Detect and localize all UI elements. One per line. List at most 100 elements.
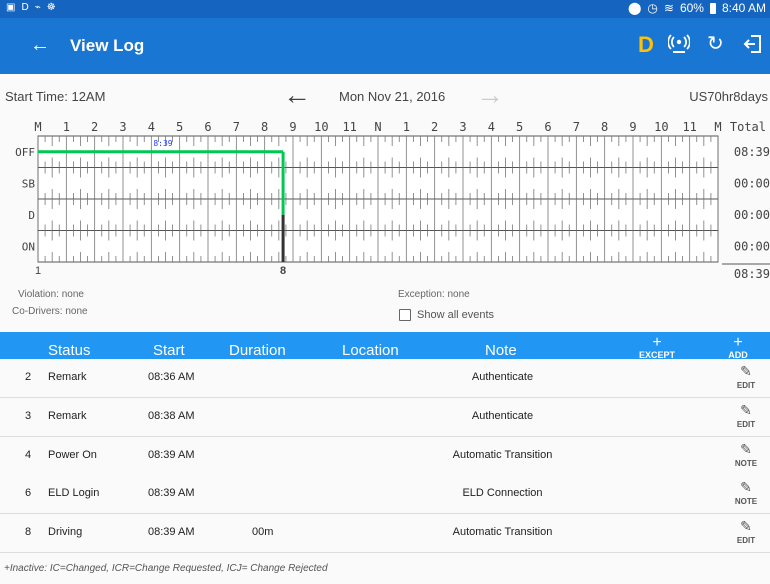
wifi-icon: ≋: [663, 1, 674, 15]
row-label: ON: [22, 240, 35, 253]
row-start-time: 08:39 AM: [148, 448, 195, 461]
row-action-button[interactable]: ✎ NOTE: [726, 441, 766, 468]
activity-icon: ⌁: [34, 2, 41, 13]
log-date: Mon Nov 21, 2016: [339, 89, 446, 104]
pencil-icon: ✎: [740, 440, 752, 457]
start-column-header: Start: [153, 342, 185, 359]
inactive-legend: +Inactive: IC=Changed, ICR=Change Reques…: [4, 563, 328, 574]
status-column-header: Status: [48, 342, 91, 359]
row-start-time: 08:38 AM: [148, 409, 195, 422]
battery-icon: [709, 2, 716, 14]
row-note: ELD Connection: [462, 487, 543, 500]
plus-icon: +: [733, 334, 743, 351]
row-index: 8: [25, 526, 32, 539]
row-start-time: 08:36 AM: [148, 371, 195, 383]
back-arrow-icon[interactable]: ←: [30, 35, 50, 55]
row-start-time: 08:39 AM: [148, 487, 195, 500]
row-status: Driving: [48, 526, 83, 539]
table-row[interactable]: 6 ELD Login 08:39 AM ELD Connection ✎ NOTE: [0, 475, 770, 515]
row-index: 4: [25, 448, 32, 461]
gallery-icon: ▣: [6, 2, 16, 13]
start-time-label: Start Time: 12AM: [5, 89, 106, 104]
row-action-label: NOTE: [734, 458, 758, 468]
table-row[interactable]: 2 Remark 08:36 AM Authenticate ✎ EDIT: [0, 359, 770, 398]
hour-label: 3: [459, 120, 466, 134]
table-row[interactable]: 8 Driving 08:39 AM 00m Automatic Transition ✎…: [0, 514, 770, 554]
row-total: 00:00: [734, 208, 770, 222]
row-action-button[interactable]: ✎ EDIT: [726, 518, 766, 545]
row-index: 6: [25, 487, 32, 500]
note-column-header: Note: [485, 342, 517, 359]
grand-total: 08:39: [734, 267, 770, 280]
row-note: Automatic Transition: [452, 526, 553, 539]
hour-label: 2: [91, 120, 98, 134]
duty-status-badge[interactable]: D: [638, 32, 654, 58]
bluetooth-signal-glyph: [667, 34, 691, 53]
violation-text: Violation: none: [18, 289, 84, 300]
row-label: OFF: [15, 146, 35, 159]
hour-label: 5: [176, 120, 183, 134]
next-day-arrow-icon[interactable]: →: [476, 80, 504, 110]
hour-label: 1: [63, 120, 70, 134]
d-icon: D: [21, 2, 29, 13]
pencil-icon: ✎: [740, 479, 752, 496]
duration-column-header: Duration: [229, 342, 286, 359]
view-log-screen: ▣ D ⌁ ☸ ⬤ ◷ ≋ 60% 8:40 AM ← View Log D ↻…: [0, 0, 770, 584]
row-action-button[interactable]: ✎ EDIT: [726, 402, 766, 429]
show-all-events-checkbox[interactable]: Show all events: [399, 309, 494, 321]
except-button[interactable]: + EXCEPT: [637, 334, 677, 361]
row-action-button[interactable]: ✎ NOTE: [726, 479, 766, 506]
plus-icon: +: [652, 334, 662, 351]
hour-label: 1: [403, 120, 410, 134]
row-total: 08:39: [734, 145, 770, 159]
hour-label: 10: [654, 120, 668, 134]
add-event-button[interactable]: + ADD: [718, 334, 758, 361]
hour-label: 9: [289, 120, 296, 134]
row-status: ELD Login: [48, 487, 100, 500]
table-row[interactable]: 3 Remark 08:38 AM Authenticate ✎ EDIT: [0, 397, 770, 437]
table-row[interactable]: 4 Power On 08:39 AM Automatic Transition ✎ NO…: [0, 436, 770, 476]
bluetooth-signal-icon[interactable]: [667, 33, 691, 60]
event-count-label: 1: [35, 265, 41, 277]
previous-day-arrow-icon[interactable]: ←: [283, 80, 311, 110]
hour-label: 6: [204, 120, 211, 134]
row-note: Authenticate: [471, 409, 534, 422]
row-total: 00:00: [734, 239, 770, 253]
row-duration: 00m: [252, 526, 274, 539]
hour-label: 3: [119, 120, 126, 134]
row-label: SB: [22, 177, 36, 190]
logout-icon[interactable]: [742, 33, 764, 60]
hour-label: M: [714, 120, 721, 134]
row-note: Authenticate: [471, 371, 534, 383]
row-total: 00:00: [734, 176, 770, 190]
pencil-icon: ✎: [740, 401, 752, 418]
co-drivers-text: Co-Drivers: none: [12, 306, 88, 317]
exception-text: Exception: none: [398, 289, 470, 300]
row-status: Power On: [48, 448, 97, 461]
event-marker-label: 8: [280, 265, 286, 277]
location-icon: ⬤: [627, 1, 642, 15]
alarm-icon: ◷: [647, 1, 658, 15]
row-label: D: [28, 209, 35, 222]
page-title: View Log: [70, 36, 145, 55]
battery-level: 60%: [679, 1, 704, 15]
row-action-button[interactable]: ✎ EDIT: [726, 363, 766, 390]
row-status: Remark: [48, 371, 87, 383]
app-bar: ← View Log D ↻: [0, 18, 770, 74]
row-action-label: EDIT: [736, 419, 756, 429]
log-graph: M 1 2 3 4 5 6 7 8 9 10 11 N 1 2 3 4 5 6 7 8 9 10 11 M Total OFF 08:…: [15, 120, 770, 280]
hour-label: 8: [601, 120, 608, 134]
marker-time-label: 8:39: [153, 139, 172, 148]
hour-label: 5: [516, 120, 523, 134]
hour-label: 7: [573, 120, 580, 134]
hour-label: 11: [342, 120, 356, 134]
refresh-icon[interactable]: ↻: [707, 33, 724, 55]
checkbox-icon[interactable]: [399, 309, 411, 321]
hour-label: 6: [544, 120, 551, 134]
total-column-header: Total: [730, 120, 766, 134]
hour-label: 7: [233, 120, 240, 134]
hour-label: M: [34, 120, 41, 134]
show-all-events-label: Show all events: [417, 309, 495, 321]
hour-label: N: [374, 120, 381, 134]
hour-label: 9: [629, 120, 636, 134]
